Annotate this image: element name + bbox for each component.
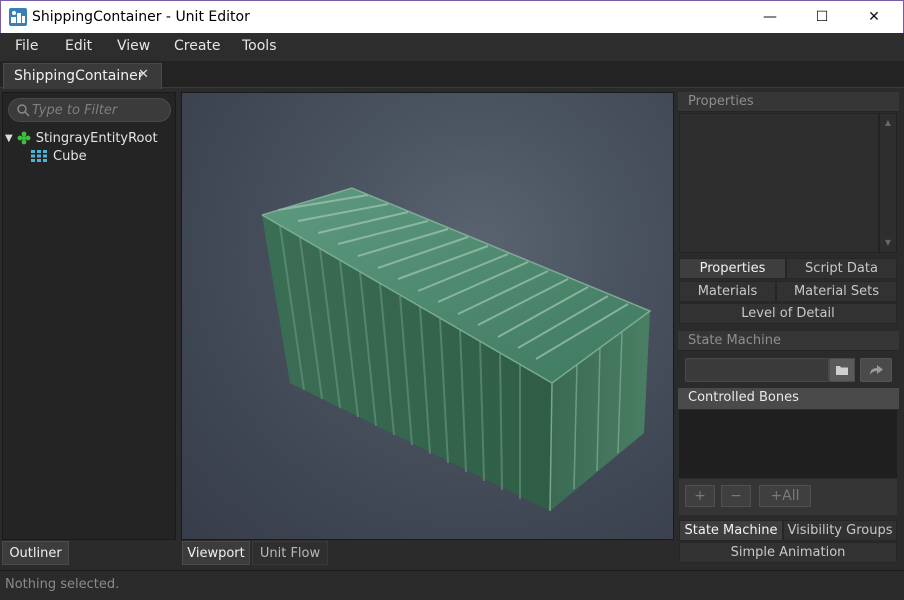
scroll-up-icon[interactable]: ▲ [880,116,896,130]
viewport-3d[interactable] [181,92,674,540]
state-machine-header: State Machine [678,331,899,351]
filter-box[interactable] [8,98,171,122]
expand-arrow-icon[interactable]: ▼ [5,133,13,144]
tree-item-cube[interactable]: Cube [31,147,87,165]
status-bar: Nothing selected. [0,570,904,600]
tab-outliner[interactable]: Outliner [2,541,69,565]
tab-script-data[interactable]: Script Data [786,258,897,279]
folder-icon [836,366,848,375]
right-panel: Properties ▲ ▼ Properties Script Data Ma… [678,92,899,566]
tab-simple-animation[interactable]: Simple Animation [679,542,897,563]
state-machine-header-label: State Machine [688,333,781,348]
tab-properties[interactable]: Properties [679,258,786,279]
go-to-resource-button[interactable] [860,358,892,382]
tab-unit-flow[interactable]: Unit Flow [252,541,328,565]
add-all-bones-button[interactable]: +All [759,485,811,507]
close-window-button[interactable]: ✕ [851,1,897,33]
tab-materials[interactable]: Materials [679,281,776,302]
tab-viewport[interactable]: Viewport [182,541,250,565]
tab-state-machine[interactable]: State Machine [679,520,783,541]
document-tab-label: ShippingContainer [14,68,144,84]
shipping-container-model [261,187,652,512]
window-title: ShippingContainer - Unit Editor [32,9,250,25]
menu-view[interactable]: View [117,38,150,54]
document-tab[interactable]: ShippingContainer ✕ [3,63,162,89]
tree-item-root[interactable]: ▼ StingrayEntityRoot [5,129,158,147]
properties-header-label: Properties [688,94,754,109]
scroll-down-icon[interactable]: ▼ [880,236,896,250]
menu-tools[interactable]: Tools [242,38,277,54]
status-text: Nothing selected. [5,577,120,592]
tab-level-of-detail[interactable]: Level of Detail [679,303,897,324]
entity-icon [17,131,31,145]
title-bar: ShippingContainer - Unit Editor — ☐ ✕ [0,0,904,33]
minimize-button[interactable]: — [747,1,793,33]
menu-file[interactable]: File [15,38,38,54]
bones-toolbar: + − +All [679,479,897,515]
mesh-icon [31,150,47,162]
tab-material-sets[interactable]: Material Sets [776,281,897,302]
tree-item-label: Cube [53,148,87,164]
properties-area [679,113,879,253]
tab-visibility-groups[interactable]: Visibility Groups [783,520,897,541]
controlled-bones-list[interactable] [679,410,897,478]
close-tab-icon[interactable]: ✕ [138,67,149,82]
browse-folder-button[interactable] [829,358,855,382]
outliner-panel: ▼ StingrayEntityRoot Cube [2,92,176,540]
arrow-right-icon [870,365,883,375]
document-tab-strip: ShippingContainer ✕ [0,61,904,89]
maximize-button[interactable]: ☐ [799,1,845,33]
menu-bar: File Edit View Create Tools [0,33,904,61]
tree-item-label: StingrayEntityRoot [35,130,158,146]
controlled-bones-header: Controlled Bones [678,388,899,409]
search-icon [17,104,30,117]
viewport-tab-bar: Viewport Unit Flow [181,541,674,566]
properties-scrollbar[interactable]: ▲ ▼ [879,113,897,253]
app-icon [9,8,27,26]
add-bone-button[interactable]: + [685,485,715,507]
properties-header: Properties [678,92,899,112]
menu-edit[interactable]: Edit [65,38,92,54]
outliner-tab-bar: Outliner [2,541,176,566]
remove-bone-button[interactable]: − [721,485,751,507]
controlled-bones-label: Controlled Bones [688,390,799,405]
filter-input[interactable] [32,101,167,119]
menu-create[interactable]: Create [174,38,221,54]
state-machine-input[interactable] [685,358,829,382]
